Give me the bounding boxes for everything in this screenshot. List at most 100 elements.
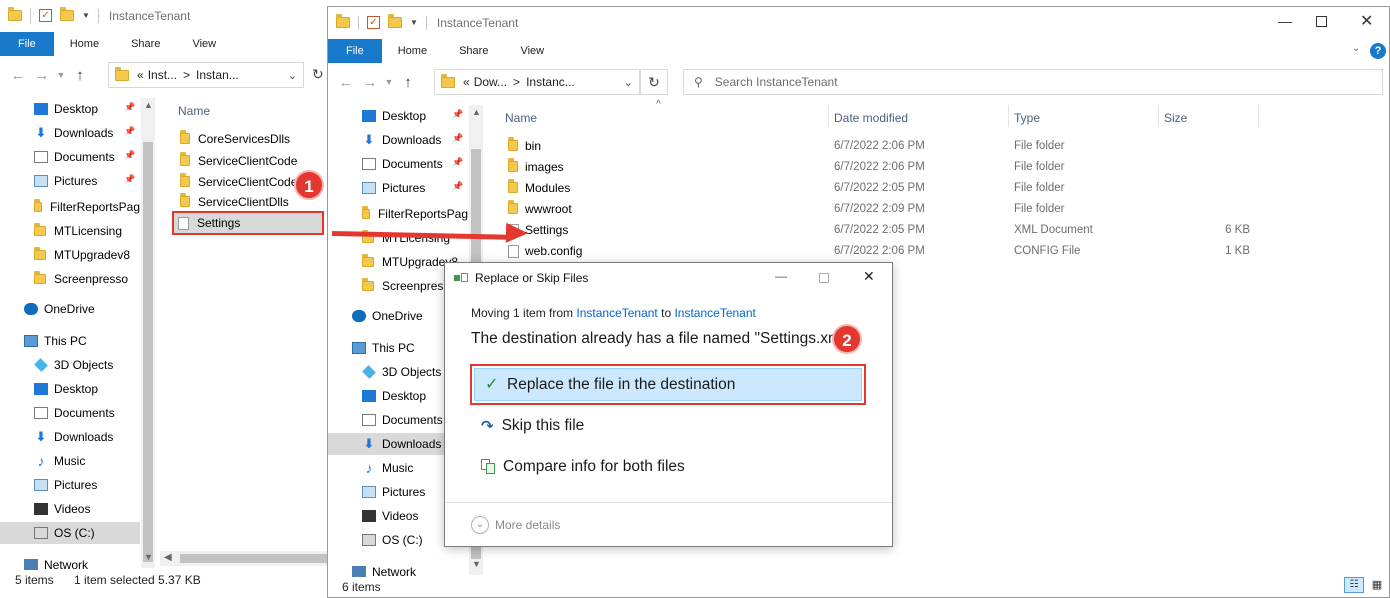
column-header-date[interactable]: Date modified [834,111,908,125]
help-icon[interactable]: ? [1370,43,1386,59]
file-name: wwwroot [525,202,572,216]
minimize-icon[interactable]: — [1278,13,1292,29]
close-icon[interactable]: ✕ [863,268,875,285]
file-type: XML Document [1014,224,1093,236]
nav-item-desktop[interactable]: Desktop [0,378,140,400]
column-header-type[interactable]: Type [1014,111,1040,125]
nav-item-filterreportspag[interactable]: FilterReportsPag [0,196,140,218]
folder-icon [508,179,518,193]
recent-dropdown-icon[interactable]: ▼ [54,70,68,80]
maximize-icon[interactable] [1316,16,1327,27]
nav-item-pictures[interactable]: Pictures [0,474,140,496]
ribbon-expand-icon[interactable]: ⌄ [1352,43,1360,54]
nav-item-network[interactable]: Network [0,554,140,570]
refresh-icon[interactable]: ↻ [312,66,324,83]
nav-item-documents[interactable]: Documents 📌 [0,146,140,168]
large-icons-view-icon[interactable]: ▦ [1368,577,1386,593]
xml-file-icon [178,216,189,230]
nav-item-desktop[interactable]: Desktop 📌 [328,105,468,127]
nav-item-videos[interactable]: Videos [0,498,140,520]
nav-item-mtlicensing[interactable]: MTLicensing [0,220,140,242]
tab-share[interactable]: Share [443,39,504,63]
file-row[interactable]: ServiceClientDlls [174,191,289,212]
file-name: images [525,160,564,174]
search-input[interactable]: ⚲ Search InstanceTenant [683,69,1383,95]
this-pc-icon [352,342,366,354]
nav-item-mtupgradev8[interactable]: MTUpgradev8 [0,244,140,266]
nav-item-pictures[interactable]: Pictures 📌 [0,170,140,192]
tab-view[interactable]: View [504,39,560,63]
column-header-name[interactable]: Name [505,111,537,125]
file-row[interactable]: ServiceClientCode [174,150,297,171]
front-titlebar: ✓ ▼ InstanceTenant — ✕ [328,7,1389,38]
back-address-bar[interactable]: « Inst... > Instan... ⌄ [108,62,304,88]
nav-item-label: Downloads [54,126,114,140]
pictures-icon [34,479,48,491]
nav-item-onedrive[interactable]: OneDrive [0,298,140,320]
pin-icon[interactable]: 📌 [124,126,135,137]
nav-item-3d-objects[interactable]: 3D Objects [0,354,140,376]
tab-home[interactable]: Home [54,32,115,56]
nav-item-music[interactable]: ♪ Music [0,450,140,472]
maximize-icon[interactable] [819,273,829,283]
nav-item-documents[interactable]: Documents [0,402,140,424]
nav-item-downloads[interactable]: ⬇ Downloads 📌 [0,122,140,144]
file-row[interactable]: Modules 6/7/2022 2:05 PM File folder [328,178,1268,199]
new-folder-icon[interactable] [388,14,402,28]
close-icon[interactable]: ✕ [1360,11,1373,31]
nav-item-downloads[interactable]: ⬇ Downloads [0,426,140,448]
new-folder-icon[interactable] [60,7,74,21]
chevron-down-icon[interactable]: ⌄ [624,76,633,89]
chevron-down-icon[interactable]: ⌄ [288,69,297,82]
replace-option-button[interactable]: ✓ Replace the file in the destination [470,364,866,405]
recent-dropdown-icon[interactable]: ▼ [382,77,396,87]
up-arrow-icon[interactable]: ↑ [68,67,92,84]
qa-dropdown-icon[interactable]: ▼ [82,11,90,20]
front-address-bar[interactable]: « Dow... > Instanc... ⌄ [434,69,640,95]
source-folder-link[interactable]: InstanceTenant [576,306,657,320]
nav-item-os-c-[interactable]: OS (C:) [0,522,140,544]
column-header-size[interactable]: Size [1164,111,1187,125]
properties-icon[interactable]: ✓ [367,16,380,29]
file-date: 6/7/2022 2:05 PM [834,224,925,236]
details-view-icon[interactable]: ☷ [1344,577,1364,593]
back-horizontal-scrollbar[interactable]: ◀ [160,551,330,566]
compare-option-button[interactable]: Compare info for both files [481,458,685,476]
file-row[interactable]: wwwroot 6/7/2022 2:09 PM File folder [328,199,1268,220]
sort-ascending-icon: ^ [656,99,661,110]
pin-icon[interactable]: 📌 [124,102,135,113]
tab-home[interactable]: Home [382,39,443,63]
column-header-name[interactable]: Name [178,104,210,118]
file-row[interactable]: bin 6/7/2022 2:06 PM File folder [328,136,1268,157]
pin-icon[interactable]: 📌 [124,150,135,161]
tab-file[interactable]: File [0,32,54,56]
nav-item-network[interactable]: Network [328,561,468,577]
qa-dropdown-icon[interactable]: ▼ [410,18,418,27]
file-row[interactable]: Settings [172,211,324,235]
back-arrow-icon[interactable]: ← [6,67,30,84]
back-nav-scrollbar[interactable]: ▲ ▼ [141,98,155,568]
pin-icon[interactable]: 📌 [124,174,135,185]
nav-item-screenpresso[interactable]: Screenpresso [0,268,140,290]
skip-option-button[interactable]: ↷ Skip this file [481,417,584,435]
forward-arrow-icon[interactable]: → [30,67,54,84]
refresh-icon: ↻ [648,74,660,90]
refresh-button[interactable]: ↻ [640,69,668,95]
nav-item-desktop[interactable]: Desktop 📌 [0,98,140,120]
forward-arrow-icon[interactable]: → [358,74,382,91]
file-row[interactable]: images 6/7/2022 2:06 PM File folder [328,157,1268,178]
file-row[interactable]: web.config 6/7/2022 2:06 PM CONFIG File 1 K… [328,241,1268,262]
pin-icon[interactable]: 📌 [452,109,463,120]
tab-view[interactable]: View [176,32,232,56]
more-details-toggle[interactable]: ⌄ More details [471,516,560,534]
tab-share[interactable]: Share [115,32,176,56]
file-row[interactable]: ServiceClientCodeSL [174,171,312,192]
back-arrow-icon[interactable]: ← [334,74,358,91]
minimize-icon[interactable]: — [775,269,787,283]
properties-icon[interactable]: ✓ [39,9,52,22]
destination-folder-link[interactable]: InstanceTenant [674,306,755,320]
nav-item-this-pc[interactable]: This PC [0,330,140,352]
tab-file[interactable]: File [328,39,382,63]
up-arrow-icon[interactable]: ↑ [396,74,420,91]
file-row[interactable]: CoreServicesDlls [174,128,290,149]
